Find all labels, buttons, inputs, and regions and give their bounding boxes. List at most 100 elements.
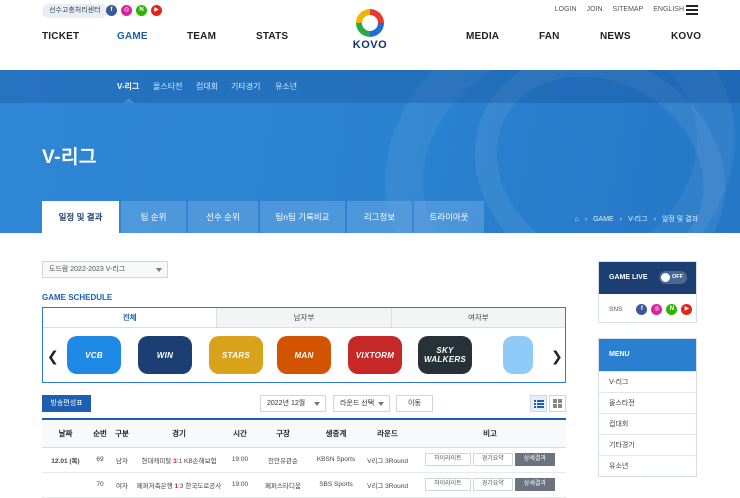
panel-tab[interactable]: 남자부 (216, 308, 391, 327)
breadcrumb-item[interactable]: GAME (593, 216, 614, 223)
broadcast-cell: KBSN Sports (311, 447, 361, 473)
breadcrumb-separator-icon: › (619, 215, 623, 223)
column-header: 비고 (414, 418, 566, 448)
grid-view-icon[interactable] (549, 395, 566, 412)
side-menu-item[interactable]: 기타경기 (599, 434, 696, 455)
game-no-cell: 69 (89, 447, 111, 473)
side-menu-item[interactable]: 컵대회 (599, 413, 696, 434)
side-menu-item[interactable]: 유소년 (599, 455, 696, 476)
season-select[interactable]: 도드람 2022-2023 V-리그 (42, 261, 168, 278)
schedule-table: 날짜 순번 구분 경기 시간 구장 생중계 라운드 비고 12.01 (목) 69 남자 현대캐피탈 … (42, 418, 566, 498)
away-team: KB손해보험 (184, 457, 217, 465)
season-select-value: 도드람 2022-2023 V-리그 (49, 266, 126, 273)
home-icon[interactable]: ⌂ (575, 216, 579, 223)
side-menu: MENU V-리그 올스타전 컵대회 기타경기 유소년 (598, 338, 697, 477)
gnb-stats[interactable]: STATS (256, 31, 288, 42)
util-link-login[interactable]: LOGIN (555, 6, 577, 13)
gnb-team[interactable]: TEAM (187, 31, 216, 42)
gnb-kovo[interactable]: KOVO (671, 31, 701, 42)
chevron-down-icon (156, 268, 162, 272)
youtube-icon[interactable]: ▶ (151, 5, 162, 16)
table-body: 12.01 (목) 69 남자 현대캐피탈 3:1 KB손해보험 19:00 천안유관순 K… (42, 447, 566, 498)
team-logo-4-icon[interactable]: MAN (277, 336, 331, 374)
subnav-item[interactable]: V-리그 (117, 81, 139, 92)
column-header: 라운드 (361, 418, 414, 448)
gnb-news[interactable]: NEWS (600, 31, 631, 42)
youtube-icon[interactable]: ▶ (681, 304, 693, 315)
highlight-button[interactable]: 하이라이트 (425, 478, 471, 491)
gnb-fan[interactable]: FAN (539, 31, 560, 42)
breadcrumb-separator-icon: › (584, 215, 588, 223)
venue-cell: 페퍼스타디움 (255, 472, 311, 498)
time-cell: 19:00 (225, 472, 255, 498)
content-tab[interactable]: 일정 및 결과 (42, 201, 119, 233)
table-row: 70 여자 페퍼저축은행 1:3 한국도로공사 19:00 페퍼스타디움 SBS Spor… (42, 472, 566, 498)
content-tab[interactable]: 선수 순위 (188, 201, 258, 233)
summary-button[interactable]: 경기요약 (472, 453, 513, 466)
match-cell: 페퍼저축은행 1:3 한국도로공사 (133, 472, 225, 498)
game-live-toggle[interactable]: OFF (659, 271, 687, 284)
gnb-ticket[interactable]: TICKET (42, 31, 79, 42)
detail-result-button[interactable]: 상세결과 (514, 453, 555, 466)
broadcast-schedule-button[interactable]: 방송편성표 (42, 395, 91, 412)
util-link-sitemap[interactable]: SITEMAP (613, 6, 644, 13)
team-logo-7-icon[interactable] (503, 336, 533, 374)
team-logo-3-icon[interactable]: STARS (209, 336, 263, 374)
breadcrumb-item[interactable]: V-리그 (628, 214, 648, 224)
chevron-right-icon[interactable]: ❯ (551, 348, 563, 365)
highlight-button[interactable]: 하이라이트 (425, 453, 471, 466)
subnav-item[interactable]: 유소년 (275, 81, 297, 92)
team-logo-2-icon[interactable]: WIN (138, 336, 192, 374)
date-cell: 12.01 (목) (42, 447, 89, 473)
facebook-icon[interactable]: f (636, 304, 648, 315)
team-logo-5-icon[interactable]: VIXTORM (348, 336, 402, 374)
content-tab[interactable]: 팀n팀 기록비교 (260, 201, 345, 233)
hamburger-menu-icon[interactable] (686, 5, 698, 15)
content-tab[interactable]: 팀 순위 (121, 201, 186, 233)
actions-cell: 하이라이트 경기요약 상세결과 (414, 447, 566, 473)
gnb-media[interactable]: MEDIA (466, 31, 499, 42)
content-tab[interactable]: 트라이아웃 (414, 201, 484, 233)
column-header: 생중계 (311, 418, 361, 448)
side-menu-item[interactable]: V-리그 (599, 371, 696, 392)
side-menu-item[interactable]: 올스타전 (599, 392, 696, 413)
list-view-icon[interactable] (530, 395, 547, 412)
gnb-game[interactable]: GAME (117, 31, 148, 42)
team-logo-6-icon[interactable]: SKY WALKERS (418, 336, 472, 374)
sidebar-sns: SNS f ◎ N ▶ (599, 294, 696, 315)
panel-tab[interactable]: 전체 (43, 308, 217, 327)
round-select[interactable]: 라운드 선택 (333, 395, 390, 412)
go-button[interactable]: 이동 (396, 395, 433, 412)
kovo-logo[interactable]: KOVO (349, 9, 391, 55)
util-link-english[interactable]: ENGLISH (653, 6, 684, 13)
summary-button[interactable]: 경기요약 (472, 478, 513, 491)
instagram-icon[interactable]: ◎ (651, 304, 663, 315)
away-score: 1 (178, 457, 183, 465)
breadcrumb: ⌂ › GAME › V-리그 › 일정 및 결과 (575, 214, 698, 224)
facebook-icon[interactable]: f (106, 5, 117, 16)
chevron-left-icon[interactable]: ❮ (47, 348, 59, 365)
logo-text: KOVO (352, 39, 388, 51)
util-link-join[interactable]: JOIN (587, 6, 603, 13)
subnav-item[interactable]: 컵대회 (196, 81, 218, 92)
home-team: 현대캐피탈 (141, 457, 172, 465)
home-team: 페퍼저축은행 (136, 482, 173, 490)
player-center-link[interactable]: 선수고충처리센터 (42, 4, 108, 18)
column-header: 순번 (89, 418, 111, 448)
breadcrumb-item[interactable]: 일정 및 결과 (662, 214, 698, 224)
utility-links: LOGIN JOIN SITEMAP ENGLISH (555, 6, 684, 13)
team-logo-1-icon[interactable]: VCB (67, 336, 121, 374)
naver-icon[interactable]: N (666, 304, 678, 315)
subnav-item[interactable]: 기타경기 (231, 81, 260, 92)
naver-icon[interactable]: N (136, 5, 147, 16)
content-tab[interactable]: 리그정보 (347, 201, 412, 233)
chevron-down-icon (378, 402, 384, 406)
panel-tab[interactable]: 여자부 (390, 308, 565, 327)
instagram-icon[interactable]: ◎ (121, 5, 132, 16)
gender-cell: 여자 (111, 472, 133, 498)
sns-label: SNS (609, 306, 623, 313)
match-cell: 현대캐피탈 3:1 KB손해보험 (133, 447, 225, 473)
detail-result-button[interactable]: 상세결과 (514, 478, 555, 491)
month-select[interactable]: 2022년 12월 (260, 395, 326, 412)
subnav-item[interactable]: 올스타전 (153, 81, 182, 92)
